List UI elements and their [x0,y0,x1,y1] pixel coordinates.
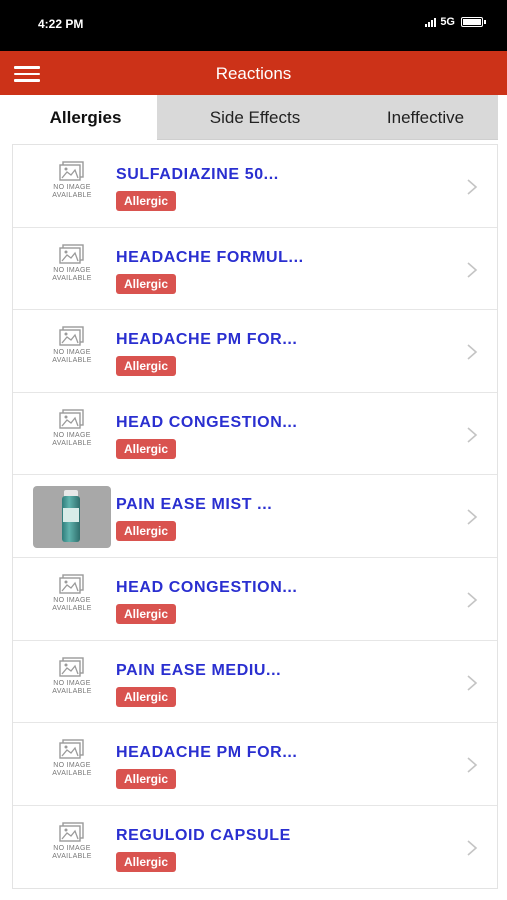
no-image-placeholder: NO IMAGE AVAILABLE [33,570,111,630]
chevron-right-icon [465,343,479,361]
tab-ineffective[interactable]: Ineffective [353,95,498,140]
no-image-line2: AVAILABLE [52,770,92,778]
no-image-line2: AVAILABLE [52,192,92,199]
chevron-right-icon [465,178,479,196]
battery-icon [461,17,486,27]
tab-side-effects[interactable]: Side Effects [157,95,353,140]
no-image-placeholder: NO IMAGE AVAILABLE [33,735,111,795]
page-title: Reactions [215,64,292,83]
no-image-line1: NO IMAGE [53,431,91,439]
tab-allergies[interactable]: Allergies [14,95,157,140]
no-image-line2: AVAILABLE [52,604,92,612]
chevron-right-icon [465,756,479,774]
status-badge: Allergic [116,273,177,294]
status-time: 4:22 PM [38,17,84,31]
chevron-right-icon [465,426,479,444]
list-item[interactable]: NO IMAGE AVAILABLE HEAD CONGESTION... Aller… [13,393,497,476]
chevron-right-icon [465,591,479,609]
item-title: REGULOID CAPSULE [116,826,291,844]
chevron-right-icon [465,508,479,526]
status-bar: 4:22 PM 5G [0,0,507,51]
tab-bar: Allergies Side Effects Ineffective [14,95,498,140]
no-image-line1: NO IMAGE [53,762,91,770]
no-image-line1: NO IMAGE [53,844,91,852]
image-placeholder-icon [59,326,85,346]
status-badge: Allergic [116,191,177,211]
status-badge: Allergic [116,521,177,542]
image-placeholder-icon [59,243,85,264]
no-image-line1: NO IMAGE [53,266,91,274]
no-image-line2: AVAILABLE [52,439,92,447]
list-item[interactable]: NO IMAGE AVAILABLE PAIN EASE MEDIU... Aller… [13,641,497,724]
list-item[interactable]: NO IMAGE AVAILABLE HEADACHE PM FOR... Aller… [13,310,497,393]
no-image-line1: NO IMAGE [53,679,91,687]
status-badge: Allergic [116,603,177,624]
no-image-placeholder: NO IMAGE AVAILABLE [33,322,111,382]
product-image [33,486,111,549]
no-image-placeholder: NO IMAGE AVAILABLE [33,405,111,465]
item-title: HEAD CONGESTION... [116,578,298,596]
status-badge: Allergic [116,438,177,459]
signal-icon [425,17,437,27]
status-badge: Allergic [116,356,177,377]
list-item[interactable]: NO IMAGE AVAILABLE HEADACHE PM FOR... Aller… [13,723,497,806]
no-image-line1: NO IMAGE [53,184,91,191]
item-title: PAIN EASE MEDIU... [116,661,282,679]
status-badge: Allergic [116,686,177,707]
list-item[interactable]: NO IMAGE AVAILABLE SULFADIAZINE 50... Aller… [13,145,497,228]
list-item[interactable]: NO IMAGE AVAILABLE HEAD CONGESTION... Aller… [13,558,497,641]
image-placeholder-icon [59,739,85,759]
chevron-right-icon [465,261,479,279]
status-badge: Allergic [116,851,177,872]
no-image-line1: NO IMAGE [53,596,91,604]
image-placeholder-icon [59,161,85,181]
item-title: HEADACHE PM FOR... [116,331,298,349]
reaction-list: NO IMAGE AVAILABLE SULFADIAZINE 50... Aller… [12,144,498,890]
no-image-line2: AVAILABLE [52,687,92,695]
image-placeholder-icon [59,656,85,677]
app-header: Reactions [0,51,507,95]
image-placeholder-icon [59,822,85,842]
no-image-line2: AVAILABLE [52,852,92,860]
network-label: 5G [440,16,455,28]
no-image-placeholder: NO IMAGE AVAILABLE [33,240,111,300]
no-image-line2: AVAILABLE [52,274,92,282]
no-image-placeholder: NO IMAGE AVAILABLE [33,157,111,217]
list-item[interactable]: NO IMAGE AVAILABLE REGULOID CAPSULE Allergi… [13,806,497,889]
status-indicators: 5G [425,16,486,28]
item-title: PAIN EASE MIST ... [116,496,273,514]
item-title: HEAD CONGESTION... [116,413,298,431]
image-placeholder-icon [59,409,85,429]
status-badge: Allergic [116,769,177,790]
item-title: SULFADIAZINE 50... [116,166,279,183]
item-title: HEADACHE FORMUL... [116,248,304,266]
item-title: HEADACHE PM FOR... [116,744,298,762]
image-placeholder-icon [59,574,85,594]
no-image-line1: NO IMAGE [53,349,91,357]
chevron-right-icon [465,839,479,857]
no-image-line2: AVAILABLE [52,357,92,365]
list-item[interactable]: PAIN EASE MIST ... Allergic [13,475,497,558]
spray-label [63,508,79,523]
chevron-right-icon [465,674,479,692]
no-image-placeholder: NO IMAGE AVAILABLE [33,653,111,713]
list-item[interactable]: NO IMAGE AVAILABLE HEADACHE FORMUL... Aller… [13,228,497,311]
no-image-placeholder: NO IMAGE AVAILABLE [33,818,111,878]
